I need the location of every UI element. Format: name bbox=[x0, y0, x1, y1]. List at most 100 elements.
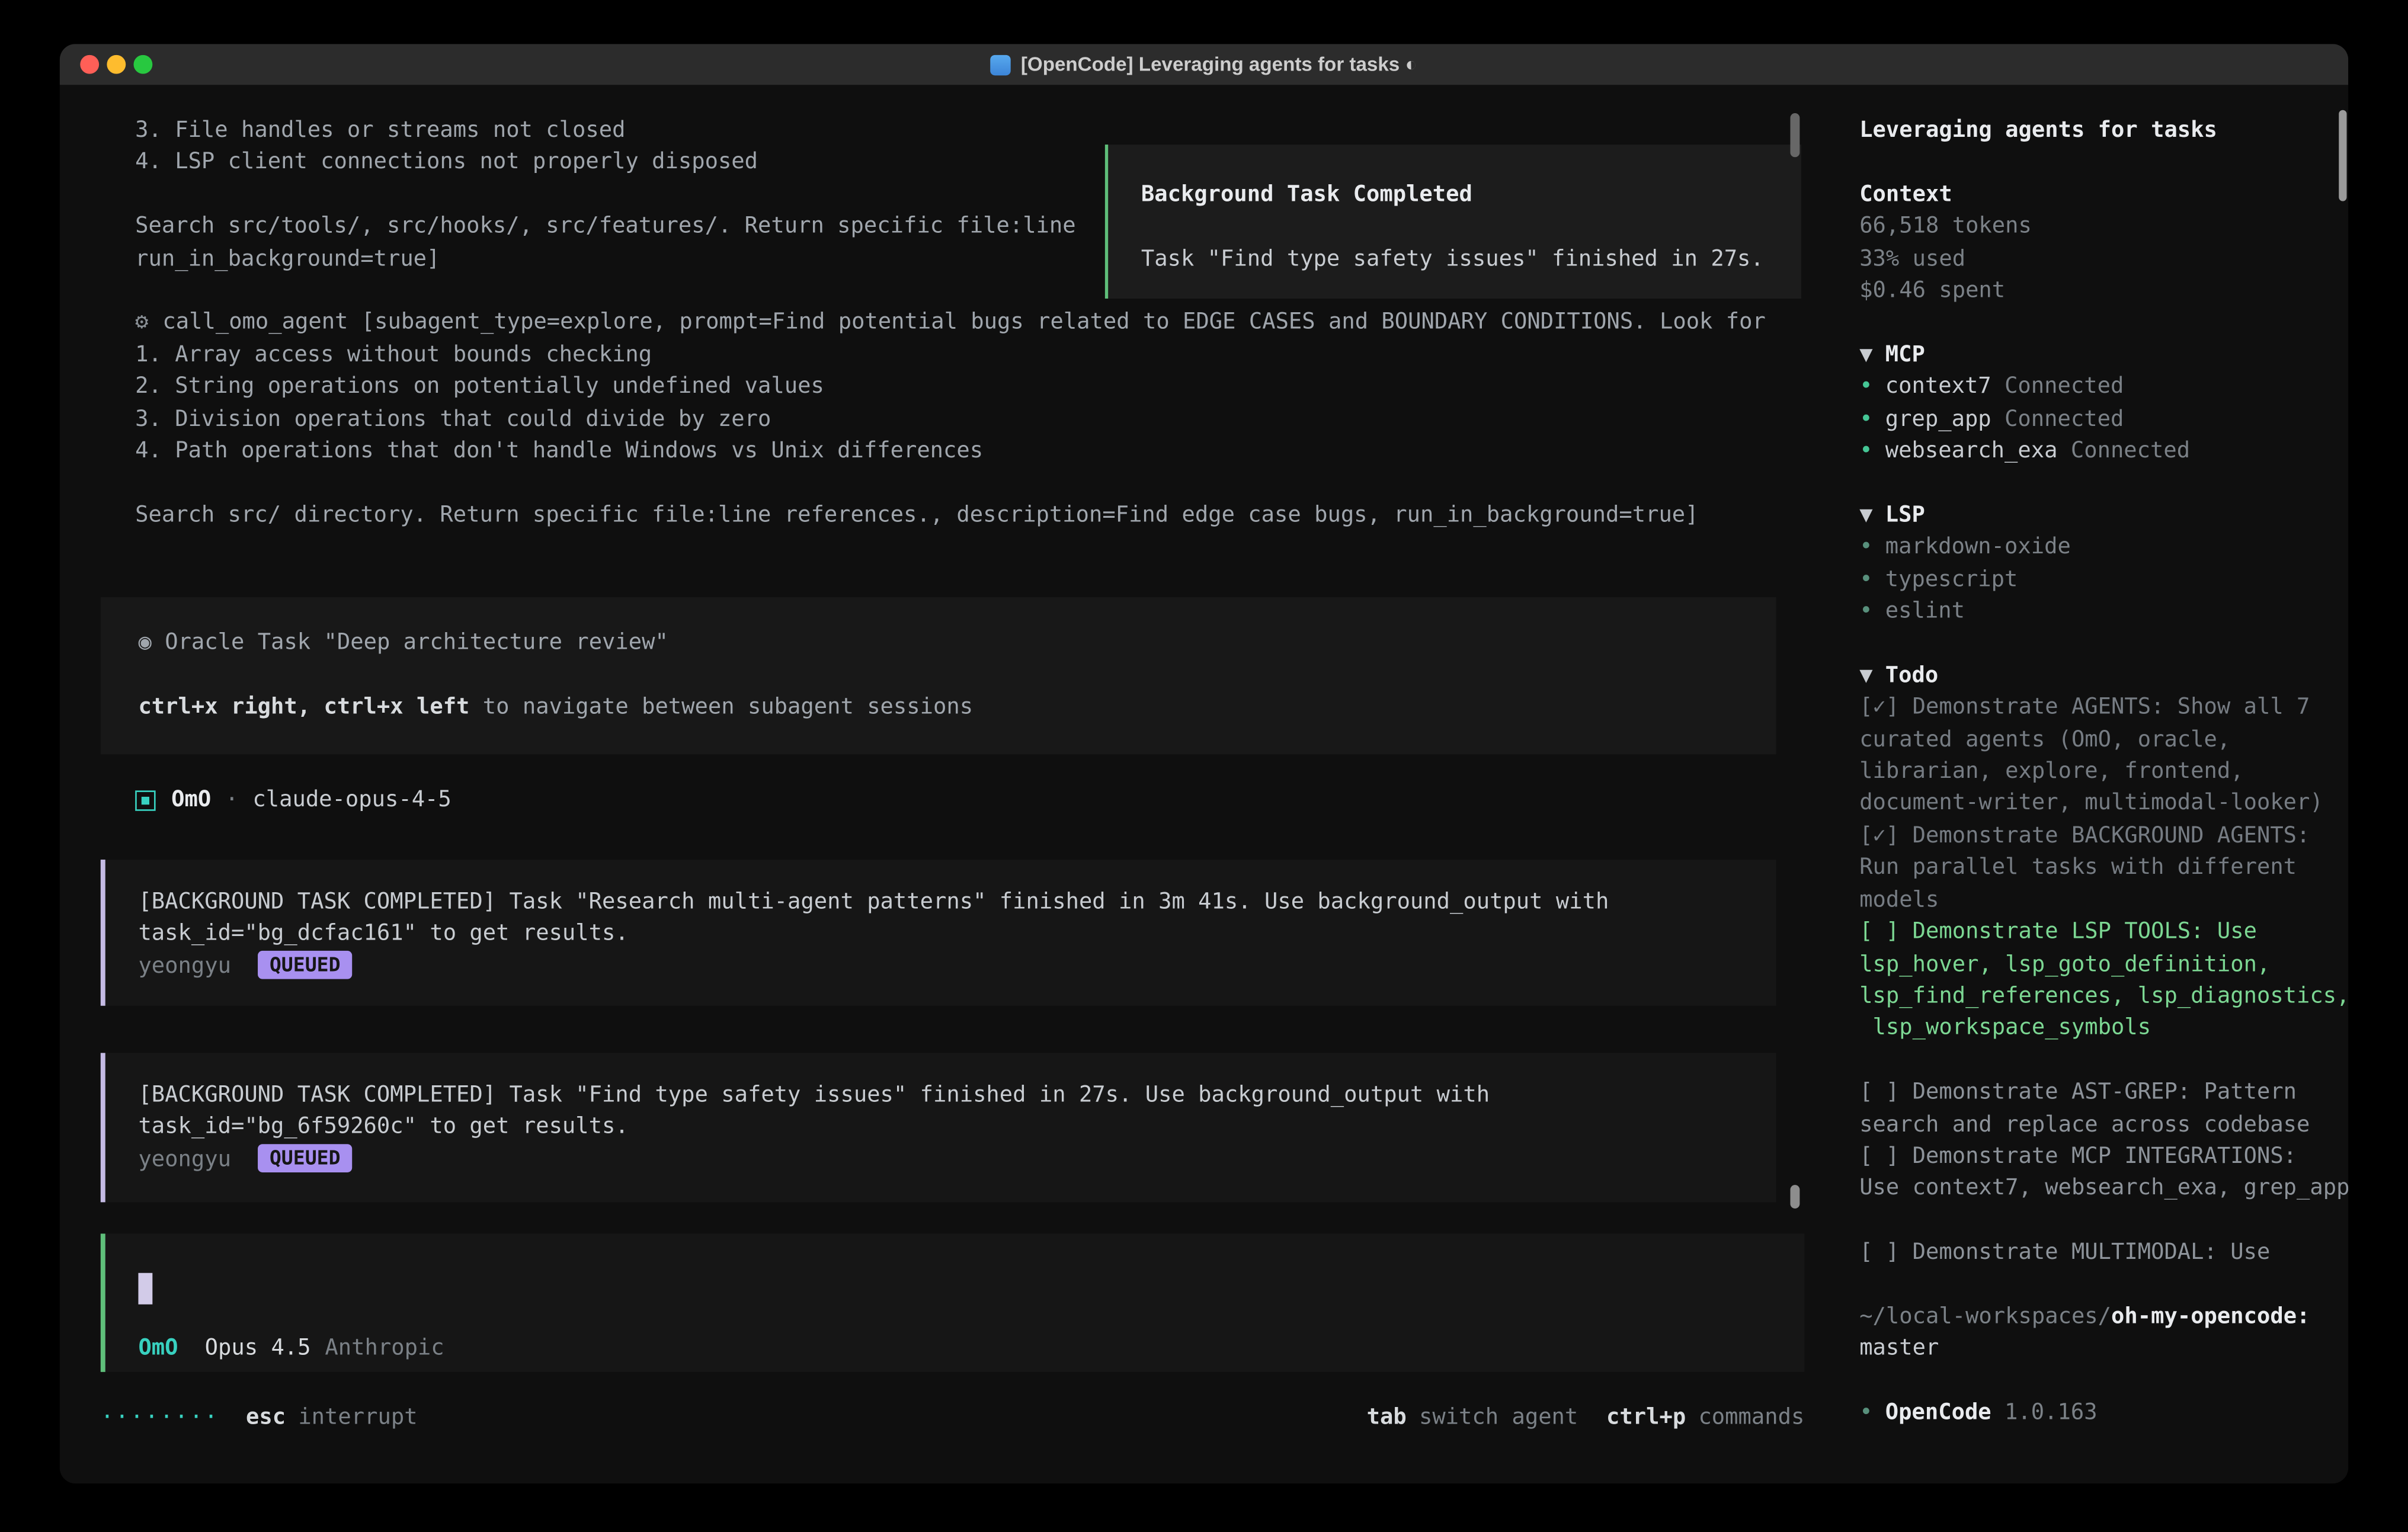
sidebar-scrollbar-thumb[interactable] bbox=[2339, 110, 2346, 201]
lsp-heading-label: LSP bbox=[1885, 502, 1925, 527]
lsp-name: eslint bbox=[1885, 599, 1965, 624]
message-meta: yeongyu QUEUED bbox=[138, 950, 1744, 982]
workspace-branch: master bbox=[1859, 1333, 2348, 1365]
ctrlp-key-label: commands bbox=[1698, 1402, 1804, 1434]
mcp-status: Connected bbox=[2004, 406, 2124, 431]
oracle-task-title-row: ◉ Oracle Task "Deep architecture review" bbox=[138, 627, 1776, 659]
scrollbar-thumb[interactable] bbox=[1790, 113, 1799, 157]
mcp-item: • context7 Connected bbox=[1859, 371, 2348, 403]
mcp-item: • grep_app Connected bbox=[1859, 403, 2348, 435]
mcp-name: context7 bbox=[1885, 374, 1991, 399]
workspace-repo: oh-my-opencode: bbox=[2111, 1305, 2310, 1329]
tab-key-label: switch agent bbox=[1419, 1402, 1578, 1434]
message-author: yeongyu bbox=[138, 954, 231, 979]
toast-body: Task "Find type safety issues" finished … bbox=[1141, 243, 1773, 275]
message-author: yeongyu bbox=[138, 1147, 231, 1172]
chevron-down-icon: ▼ bbox=[1859, 342, 1872, 367]
context-stats: 66,518 tokens 33% used $0.46 spent bbox=[1859, 211, 2348, 307]
status-left: ········ esc interrupt bbox=[101, 1402, 418, 1434]
desktop-background: [OpenCode] Leveraging agents for tasks ◐… bbox=[0, 0, 2408, 1532]
mcp-name: websearch_exa bbox=[1885, 438, 2058, 463]
todo-section-heading: ▼ Todo bbox=[1859, 660, 2348, 692]
traffic-lights bbox=[80, 55, 152, 74]
workspace-path: ~/local-workspaces/oh-my-opencode: bbox=[1859, 1301, 2348, 1333]
agent-header: OmO · claude-opus-4-5 bbox=[135, 784, 451, 818]
session-title: Leveraging agents for tasks bbox=[1859, 115, 2348, 147]
chevron-down-icon: ▼ bbox=[1859, 663, 1872, 688]
workspace-path-prefix: ~/local-workspaces/ bbox=[1859, 1305, 2111, 1329]
status-dot-icon: • bbox=[1859, 406, 1872, 431]
close-button[interactable] bbox=[80, 55, 99, 74]
tab-key-hint: tab bbox=[1367, 1402, 1407, 1434]
todo-item-active: [ ] Demonstrate LSP TOOLS: Use lsp_hover… bbox=[1859, 916, 2348, 1045]
fisheye-icon: ◉ bbox=[138, 630, 151, 655]
app-name: OpenCode bbox=[1885, 1400, 1991, 1425]
oracle-hint-text: to navigate between subagent sessions bbox=[469, 694, 973, 719]
separator-dot: · bbox=[225, 785, 238, 817]
toast-title: Background Task Completed bbox=[1141, 179, 1773, 211]
todo-item-done: [✓] Demonstrate AGENTS: Show all 7 curat… bbox=[1859, 692, 2348, 821]
status-right: tab switch agent ctrl+p commands bbox=[1367, 1402, 1805, 1434]
todo-heading-label: Todo bbox=[1885, 663, 1938, 688]
zoom-button[interactable] bbox=[133, 55, 152, 74]
status-bar: ········ esc interrupt tab switch agent … bbox=[101, 1402, 1805, 1434]
esc-key-label: interrupt bbox=[298, 1402, 417, 1434]
queued-badge: QUEUED bbox=[258, 950, 351, 979]
status-dot-icon: • bbox=[1859, 438, 1872, 463]
gear-icon: ⚙ bbox=[135, 306, 148, 338]
app-version-footer: • OpenCode 1.0.163 bbox=[1859, 1398, 2348, 1430]
mcp-name: grep_app bbox=[1885, 406, 1991, 431]
terminal-scrollback: 3. File handles or streams not closed 4.… bbox=[135, 115, 1076, 275]
mcp-status: Connected bbox=[2004, 374, 2124, 399]
status-dot-icon: • bbox=[1859, 599, 1872, 624]
spinner-dots-icon: ········ bbox=[101, 1402, 219, 1434]
agent-model: claude-opus-4-5 bbox=[252, 785, 451, 817]
terminal-window: [OpenCode] Leveraging agents for tasks ◐… bbox=[60, 44, 2348, 1483]
agent-name: OmO bbox=[171, 785, 211, 817]
lsp-name: markdown-oxide bbox=[1885, 535, 2071, 560]
text-cursor bbox=[138, 1273, 152, 1305]
message-text: [BACKGROUND TASK COMPLETED] Task "Resear… bbox=[138, 886, 1744, 950]
todo-item-pending: [ ] Demonstrate MULTIMODAL: Use bbox=[1859, 1237, 2348, 1269]
lsp-section-heading: ▼ LSP bbox=[1859, 499, 2348, 531]
input-model-name: Opus 4.5 bbox=[205, 1333, 311, 1365]
ctrlp-key-hint: ctrl+p bbox=[1606, 1402, 1686, 1434]
todo-item-pending: [ ] Demonstrate MCP INTEGRATIONS: Use co… bbox=[1859, 1141, 2348, 1205]
minimize-button[interactable] bbox=[107, 55, 126, 74]
status-dot-icon: • bbox=[1859, 374, 1872, 399]
window-title-area: [OpenCode] Leveraging agents for tasks ◐ bbox=[991, 53, 1417, 75]
context-heading: Context bbox=[1859, 179, 2348, 211]
titlebar: [OpenCode] Leveraging agents for tasks ◐ bbox=[60, 44, 2348, 85]
todo-item-done: [✓] Demonstrate BACKGROUND AGENTS: Run p… bbox=[1859, 820, 2348, 916]
mcp-heading-label: MCP bbox=[1885, 342, 1925, 367]
esc-key-hint: esc bbox=[246, 1402, 286, 1434]
input-provider-name: Anthropic bbox=[325, 1333, 444, 1365]
lsp-name: typescript bbox=[1885, 567, 2018, 592]
document-icon bbox=[991, 55, 1011, 75]
tool-call-head: call_omo_agent [subagent_type=explore, p… bbox=[162, 306, 1765, 338]
session-sidebar: Leveraging agents for tasks Context 66,5… bbox=[1836, 85, 2348, 1483]
status-dot-icon: • bbox=[1859, 1400, 1872, 1425]
mcp-status: Connected bbox=[2071, 438, 2190, 463]
input-agent-name: OmO bbox=[138, 1333, 178, 1365]
lsp-item: •typescript bbox=[1859, 563, 2348, 595]
tool-call-body: 1. Array access without bounds checking … bbox=[135, 339, 1698, 532]
prompt-input[interactable]: OmO Opus 4.5 Anthropic bbox=[101, 1233, 1805, 1371]
status-dot-icon: • bbox=[1859, 535, 1872, 560]
chevron-down-icon: ▼ bbox=[1859, 502, 1872, 527]
app-version: 1.0.163 bbox=[2004, 1400, 2098, 1425]
tool-call-line: ⚙ call_omo_agent [subagent_type=explore,… bbox=[135, 306, 1766, 338]
mcp-section-heading: ▼ MCP bbox=[1859, 339, 2348, 371]
toast-notification[interactable]: Background Task Completed Task "Find typ… bbox=[1105, 145, 1801, 299]
model-row: OmO Opus 4.5 Anthropic bbox=[138, 1333, 444, 1365]
message-block: [BACKGROUND TASK COMPLETED] Task "Find t… bbox=[101, 1053, 1776, 1202]
todo-item-pending: [ ] Demonstrate AST-GREP: Pattern search… bbox=[1859, 1076, 2348, 1140]
lsp-item: • eslint bbox=[1859, 596, 2348, 628]
message-meta: yeongyu QUEUED bbox=[138, 1144, 1744, 1176]
lsp-item: • markdown-oxide bbox=[1859, 531, 2348, 563]
mcp-item: • websearch_exa Connected bbox=[1859, 435, 2348, 467]
oracle-task-panel: ◉ Oracle Task "Deep architecture review"… bbox=[101, 597, 1776, 754]
oracle-hint-keys: ctrl+x right, ctrl+x left bbox=[138, 694, 469, 719]
message-block: [BACKGROUND TASK COMPLETED] Task "Resear… bbox=[101, 860, 1776, 1006]
scrollbar-thumb[interactable] bbox=[1790, 1185, 1799, 1209]
